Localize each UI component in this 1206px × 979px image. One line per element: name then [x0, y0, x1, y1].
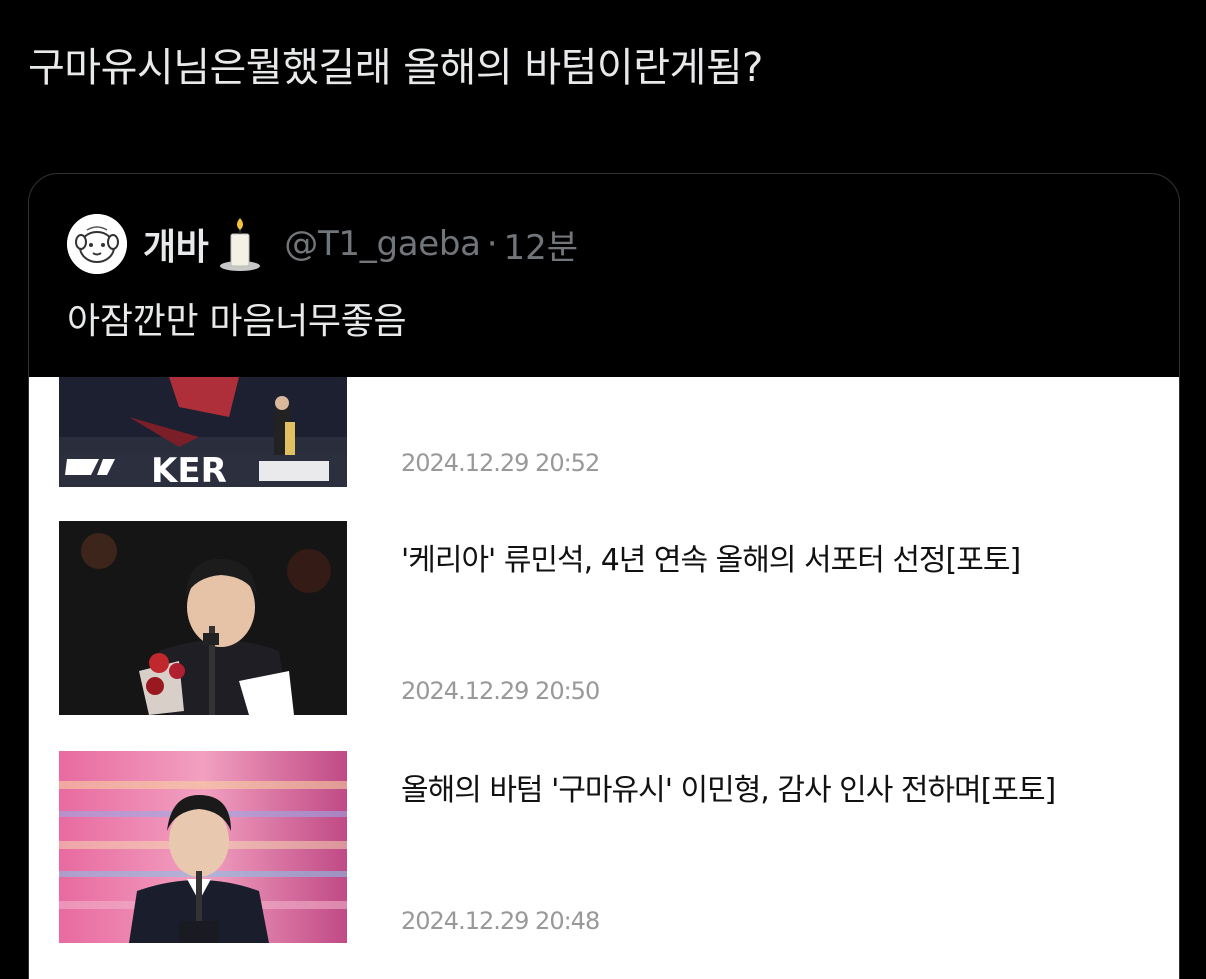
thumb-logo-text: KER [151, 451, 227, 487]
display-name[interactable]: 개바 [143, 218, 209, 270]
separator-dot: · [486, 224, 498, 264]
user-handle[interactable]: @T1_gaeba [284, 224, 481, 264]
quoted-tweet-card[interactable]: 개바 @T1_gaeba · 12분 아잠깐만 마음너무좋음 KER 2024.… [28, 173, 1180, 979]
news-date: 2024.12.29 20:50 [401, 677, 600, 705]
news-title[interactable]: '케리아' 류민석, 4년 연속 올해의 서포터 선정[포토] [401, 535, 1021, 579]
tweet-page: 구마유시님은뭘했길래 올해의 바텀이란게됨? 개바 @T1_gaeba · 12… [0, 0, 1206, 979]
candle-icon [216, 216, 264, 272]
news-thumbnail: KER [59, 377, 347, 487]
news-item[interactable]: 올해의 바텀 '구마유시' 이민형, 감사 인사 전하며[포토] 2024.12… [59, 751, 1169, 947]
quote-text: 아잠깐만 마음너무좋음 [67, 301, 407, 342]
sheep-avatar-icon[interactable] [67, 214, 127, 274]
timestamp[interactable]: 12분 [504, 220, 579, 269]
tweet-text: 구마유시님은뭘했길래 올해의 바텀이란게됨? [28, 45, 763, 91]
news-item[interactable]: '케리아' 류민석, 4년 연속 올해의 서포터 선정[포토] 2024.12.… [59, 521, 1169, 717]
news-thumbnail [59, 751, 347, 943]
quote-header: 개바 @T1_gaeba · 12분 [67, 214, 578, 274]
news-date: 2024.12.29 20:52 [401, 449, 600, 477]
news-item[interactable]: KER 2024.12.29 20:52 [59, 377, 1169, 489]
news-thumbnail [59, 521, 347, 715]
news-list-image[interactable]: KER 2024.12.29 20:52 '케리아' 류민석, 4년 연속 올해… [29, 377, 1179, 979]
news-title[interactable]: 올해의 바텀 '구마유시' 이민형, 감사 인사 전하며[포토] [401, 765, 1056, 809]
news-date: 2024.12.29 20:48 [401, 907, 600, 935]
